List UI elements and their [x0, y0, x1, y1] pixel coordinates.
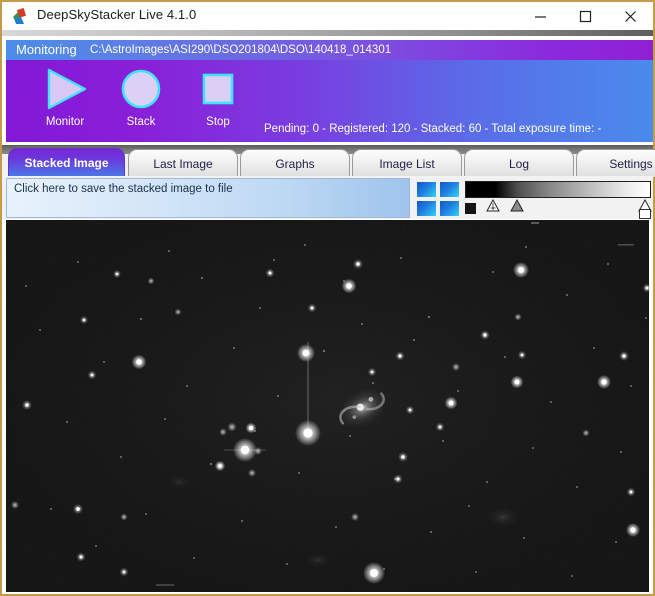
tab-stacked-image[interactable]: Stacked Image [8, 148, 125, 177]
histogram-levels-control[interactable] [460, 179, 652, 219]
monitoring-bar: Monitoring C:\AstroImages\ASI290\DSO2018… [6, 40, 653, 60]
grid-cell [440, 201, 459, 216]
grid-cell [440, 182, 459, 197]
status-text: Pending: 0 - Registered: 120 - Stacked: … [264, 123, 602, 135]
play-triangle-icon [26, 64, 104, 114]
grid-cell [417, 182, 436, 197]
tab-graphs[interactable]: Graphs [240, 149, 350, 177]
save-stacked-image-button[interactable]: Click here to save the stacked image to … [6, 178, 410, 218]
save-stacked-image-label: Click here to save the stacked image to … [14, 183, 233, 195]
tab-log[interactable]: Log [464, 149, 574, 177]
close-button[interactable] [608, 2, 653, 30]
stacked-astro-image[interactable] [6, 220, 649, 592]
titlebar-divider [2, 30, 653, 36]
monitoring-label: Monitoring [16, 42, 77, 57]
black-point-marker[interactable] [486, 198, 500, 212]
tab-last-image[interactable]: Last Image [128, 149, 238, 177]
four-pane-grid-icon[interactable] [417, 182, 459, 216]
square-icon [179, 64, 257, 114]
midtone-marker[interactable] [510, 198, 524, 212]
tab-settings[interactable]: Settings [576, 149, 655, 177]
minimize-button[interactable] [518, 2, 563, 30]
window-title: DeepSkyStacker Live 4.1.0 [37, 7, 197, 22]
maximize-button[interactable] [563, 2, 608, 30]
tab-image-list-label: Image List [379, 156, 435, 171]
stack-button[interactable]: Stack [102, 64, 180, 140]
grid-cell [417, 201, 436, 216]
stop-button-label: Stop [206, 116, 230, 128]
tab-settings-label: Settings [609, 156, 653, 171]
tab-stacked-image-label: Stacked Image [24, 156, 109, 170]
monitor-button-label: Monitor [45, 116, 85, 128]
window-controls [518, 2, 653, 30]
gradient-bar [465, 181, 651, 198]
stack-button-label: Stack [126, 116, 156, 128]
white-point-box[interactable] [639, 209, 651, 219]
tab-graphs-label: Graphs [275, 156, 315, 171]
tab-log-label: Log [508, 156, 530, 171]
tab-bar: Stacked Image Last Image Graphs Image Li… [2, 145, 655, 178]
tab-image-list[interactable]: Image List [352, 149, 462, 177]
monitor-button[interactable]: Monitor [26, 64, 104, 140]
control-toolbar: Monitor Stack Stop Pending: 0 - Register… [6, 60, 653, 142]
stop-button[interactable]: Stop [179, 64, 257, 140]
circle-icon [102, 64, 180, 114]
title-bar: DeepSkyStacker Live 4.1.0 [2, 2, 653, 30]
application-window: DeepSkyStacker Live 4.1.0 Monitoring C:\… [0, 0, 655, 596]
deepskystacker-icon [12, 7, 30, 25]
tab-last-image-label: Last Image [153, 156, 213, 171]
monitoring-path: C:\AstroImages\ASI290\DSO201804\DSO\1404… [90, 44, 392, 56]
black-swatch[interactable] [465, 203, 476, 214]
